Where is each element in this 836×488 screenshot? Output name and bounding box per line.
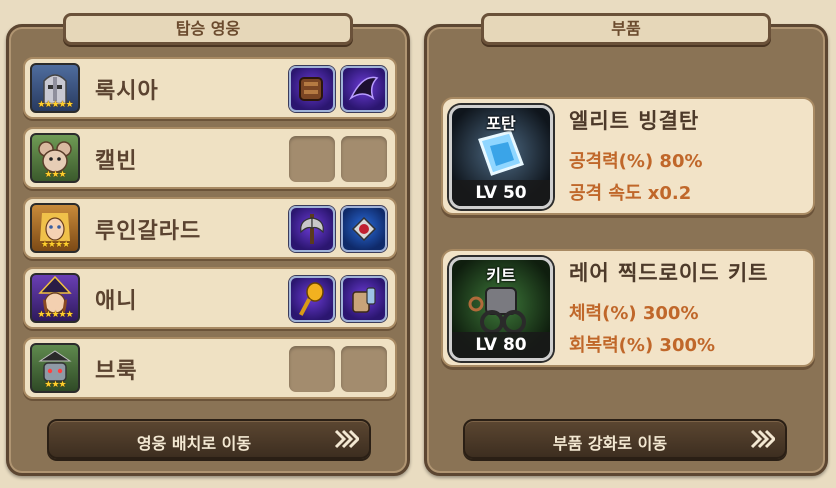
boarding-heroes-panel: 탑승 영웅 ★★★★★ 록시아 ★★★ 캘빈 ★★★★ 루인갈라드 ★★★★★ … <box>6 13 410 476</box>
equip-slot-amulet[interactable] <box>341 206 387 252</box>
part-card-shell[interactable]: 포탄 LV 50 엘리트 빙결탄 공격력(%) 80% 공격 속도 x0.2 <box>441 97 815 215</box>
equip-slot-dark-wing[interactable] <box>341 66 387 112</box>
gauntlet-icon <box>299 77 323 101</box>
equip-slot-axe[interactable] <box>289 206 335 252</box>
part-type-label: 포탄 <box>486 114 516 133</box>
hero-portrait-roxia: ★★★★★ <box>30 63 80 113</box>
part-stat: 공격 속도 x0.2 <box>569 183 692 204</box>
part-icon-shell: 포탄 LV 50 <box>449 105 553 209</box>
double-chevron-right-icon <box>334 429 359 449</box>
hero-portrait-calvin: ★★★ <box>30 133 80 183</box>
hero-name: 캘빈 <box>95 149 138 174</box>
go-to-hero-placement-label: 영웅 배치로 이동 <box>136 434 252 453</box>
hero-name: 루인갈라드 <box>95 219 202 244</box>
equip-slot-empty[interactable] <box>341 346 387 392</box>
golden-staff-icon <box>299 282 324 316</box>
equip-slot-empty[interactable] <box>289 136 335 182</box>
equip-slot-staff[interactable] <box>289 276 335 322</box>
potion-bag-icon <box>352 287 376 313</box>
hero-stars: ★★★★ <box>40 240 70 250</box>
parts-panel: 부품 포탄 LV 50 엘리트 빙결탄 공격력(%) 80% 공격 속도 x0.… <box>424 13 828 476</box>
part-name: 엘리트 빙결탄 <box>569 109 700 133</box>
hero-row-roxia[interactable]: ★★★★★ 록시아 <box>23 57 397 119</box>
hero-stars: ★★★ <box>44 380 66 390</box>
equip-slot-empty[interactable] <box>289 346 335 392</box>
hero-name: 록시아 <box>95 79 159 104</box>
hero-portrait-annie: ★★★★★ <box>30 273 80 323</box>
hero-row-calvin[interactable]: ★★★ 캘빈 <box>23 127 397 189</box>
equip-slot-gauntlet[interactable] <box>289 66 335 112</box>
part-level-label: LV 80 <box>452 332 550 358</box>
hero-stars: ★★★★★ <box>37 310 73 320</box>
boarding-heroes-title: 탑승 영웅 <box>63 13 353 45</box>
hero-row-brook[interactable]: ★★★ 브룩 <box>23 337 397 399</box>
hero-portrait-ruingalad: ★★★★ <box>30 203 80 253</box>
hero-stars: ★★★★★ <box>37 100 73 110</box>
double-chevron-right-icon <box>750 429 775 449</box>
amulet-icon <box>351 216 377 242</box>
hero-row-ruingalad[interactable]: ★★★★ 루인갈라드 <box>23 197 397 259</box>
go-to-hero-placement-button[interactable]: 영웅 배치로 이동 <box>47 419 371 459</box>
part-stat: 체력(%) 300% <box>569 303 699 324</box>
hero-row-annie[interactable]: ★★★★★ 애니 <box>23 267 397 329</box>
dark-wing-icon <box>349 76 379 101</box>
part-stat: 공격력(%) 80% <box>569 151 703 172</box>
equip-slot-empty[interactable] <box>341 136 387 182</box>
hero-name: 브룩 <box>95 359 138 384</box>
parts-title: 부품 <box>481 13 771 45</box>
part-card-kit[interactable]: 키트 LV 80 레어 찍드로이드 키트 체력(%) 300% 회복력(%) 3… <box>441 249 815 367</box>
part-icon-kit: 키트 LV 80 <box>449 257 553 361</box>
hero-stars: ★★★ <box>44 170 66 180</box>
equip-slot-potion-bag[interactable] <box>341 276 387 322</box>
part-level-label: LV 50 <box>452 180 550 206</box>
go-to-parts-upgrade-button[interactable]: 부품 강화로 이동 <box>463 419 787 459</box>
part-name: 레어 찍드로이드 키트 <box>569 261 769 285</box>
hero-name: 애니 <box>95 289 138 314</box>
part-type-label: 키트 <box>486 266 516 285</box>
axe-icon <box>300 214 324 244</box>
part-stat: 회복력(%) 300% <box>569 335 716 356</box>
go-to-parts-upgrade-label: 부품 강화로 이동 <box>552 434 668 453</box>
hero-portrait-brook: ★★★ <box>30 343 80 393</box>
